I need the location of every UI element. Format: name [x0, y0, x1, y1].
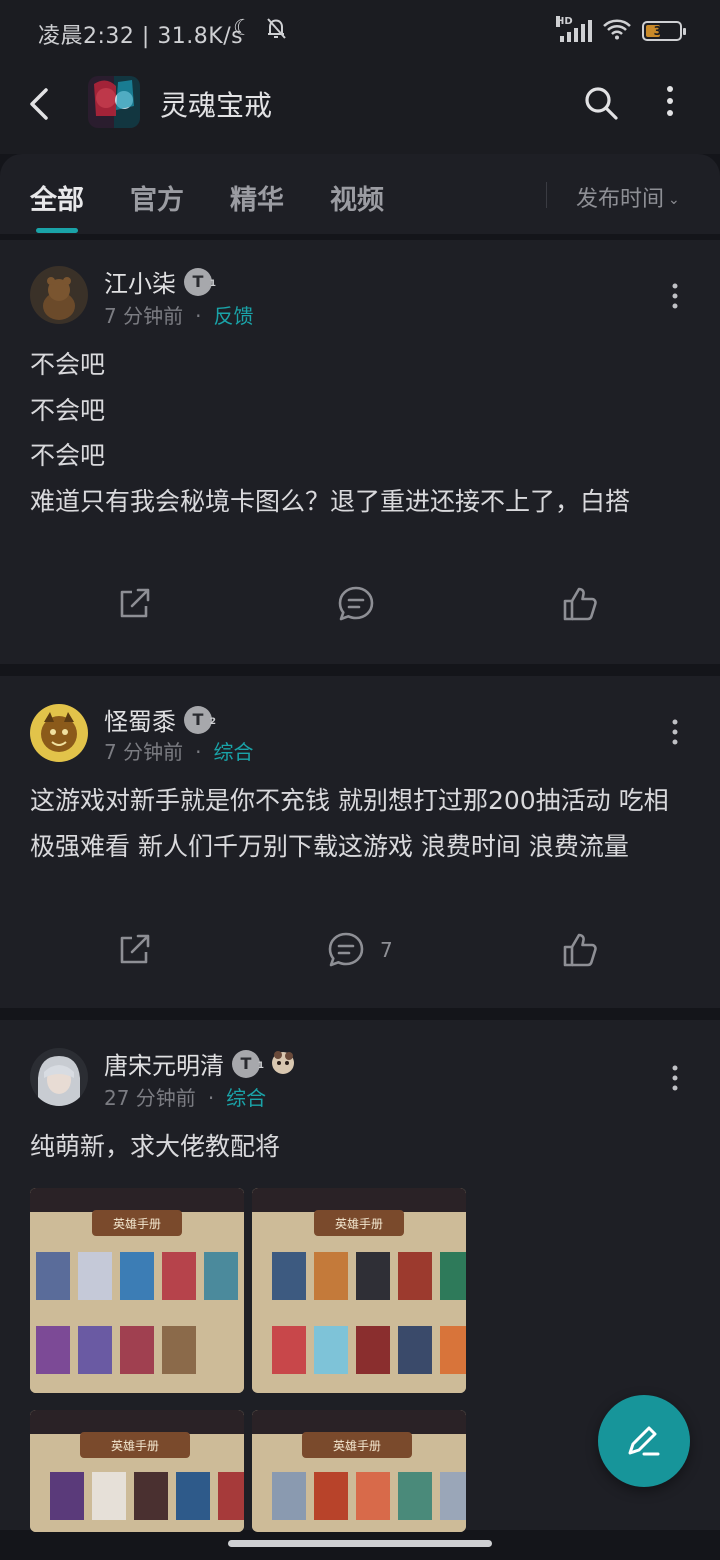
level-badge: T1 — [184, 267, 216, 296]
post-image[interactable]: 英雄手册 — [252, 1410, 466, 1532]
share-icon — [120, 934, 150, 964]
more-options-button[interactable] — [660, 84, 680, 124]
share-button[interactable] — [116, 930, 154, 968]
avatar[interactable] — [30, 704, 88, 762]
post-body[interactable]: 不会吧 不会吧 不会吧 难道只有我会秘境卡图么？退了重进还接不上了，白搭 — [30, 342, 690, 524]
avatar[interactable] — [30, 266, 88, 324]
home-indicator[interactable] — [228, 1540, 492, 1547]
post-category[interactable]: 反馈 — [213, 304, 253, 328]
status-bar: 凌晨2:32 | 31.8K/s ☾ HD 38 — [0, 0, 720, 64]
comment-icon — [338, 586, 374, 621]
chevron-down-icon: ⌄ — [668, 192, 680, 208]
tab-official[interactable]: 官方 — [130, 178, 184, 217]
thumb-title: 英雄手册 — [335, 1216, 383, 1231]
post-category[interactable]: 综合 — [226, 1086, 266, 1110]
post-body[interactable]: 纯萌新，求大佬教配将 — [30, 1124, 690, 1170]
post-card[interactable]: 怪蜀黍 T2 7 分钟前 · 综合 这游戏对新手就是你不充钱 就别想打过那200抽活… — [0, 676, 720, 1008]
more-vertical-icon — [672, 1065, 678, 1091]
app-bar: 灵魂宝戒 — [0, 64, 720, 154]
tab-video[interactable]: 视频 — [330, 178, 384, 217]
tab-featured[interactable]: 精华 — [230, 178, 284, 217]
wifi-icon — [602, 18, 632, 44]
medal-icon — [268, 1047, 298, 1081]
post-category[interactable]: 综合 — [213, 740, 253, 764]
post-more-button[interactable] — [665, 718, 685, 750]
share-button[interactable] — [116, 584, 154, 622]
page-title: 灵魂宝戒 — [160, 89, 273, 122]
thumbs-up-icon — [563, 587, 597, 621]
post-image[interactable]: 英雄手册 — [30, 1188, 244, 1393]
avatar[interactable] — [30, 1048, 88, 1106]
tab-all[interactable]: 全部 — [30, 178, 84, 217]
bell-off-icon — [262, 14, 290, 46]
status-time: 凌晨2:32 | 31.8K/s — [38, 24, 244, 49]
level-badge: T1 — [232, 1049, 264, 1078]
author-row: 怪蜀黍 T2 — [104, 702, 216, 737]
sort-dropdown[interactable]: 发布时间 ⌄ — [576, 181, 680, 213]
signal-icon: HD — [556, 16, 592, 42]
pen-icon — [628, 1426, 660, 1456]
share-icon — [120, 588, 150, 618]
moon-icon: ☾ — [233, 16, 253, 41]
more-vertical-icon — [667, 86, 673, 116]
search-button[interactable] — [582, 84, 620, 126]
post-body[interactable]: 这游戏对新手就是你不充钱 就别想打过那200抽活动 吃相极强难看 新人们千万别下… — [30, 778, 690, 869]
back-button[interactable] — [24, 86, 56, 126]
battery-icon: 38 — [642, 21, 686, 41]
more-vertical-icon — [672, 719, 678, 745]
comment-icon — [328, 932, 364, 967]
post-time: 7 分钟前 — [104, 304, 184, 328]
post-more-button[interactable] — [665, 282, 685, 314]
thumb-title: 英雄手册 — [113, 1216, 161, 1231]
post-actions — [0, 584, 720, 644]
author-row: 江小柒 T1 — [104, 264, 216, 299]
like-button[interactable] — [560, 930, 600, 970]
author-row: 唐宋元明清 T1 — [104, 1046, 298, 1081]
game-icon — [88, 76, 140, 128]
level-badge: T2 — [184, 705, 216, 734]
post-image[interactable]: 英雄手册 — [30, 1410, 244, 1532]
post-card[interactable]: 江小柒 T1 7 分钟前 · 反馈 不会吧 不会吧 不会吧 难道只有我会秘境卡图么？… — [0, 240, 720, 664]
author-name[interactable]: 怪蜀黍 — [104, 702, 176, 737]
post-time: 27 分钟前 — [104, 1086, 196, 1110]
image-grid: 英雄手册 英雄手册 英雄手册 英雄手册 — [30, 1188, 468, 1532]
compose-button[interactable] — [598, 1395, 690, 1487]
author-name[interactable]: 唐宋元明清 — [104, 1046, 224, 1081]
post-image[interactable]: 英雄手册 — [252, 1188, 466, 1393]
divider — [546, 182, 547, 208]
post-meta: 7 分钟前 · 反馈 — [104, 304, 254, 328]
post-time: 7 分钟前 — [104, 740, 184, 764]
thumb-title: 英雄手册 — [333, 1438, 381, 1453]
comment-button[interactable]: 7 — [326, 930, 393, 970]
comment-button[interactable] — [336, 584, 390, 624]
post-meta: 27 分钟前 · 综合 — [104, 1086, 267, 1110]
search-icon — [585, 87, 618, 120]
tab-bar: 全部 官方 精华 视频 发布时间 ⌄ — [0, 154, 720, 234]
like-button[interactable] — [560, 584, 600, 624]
tab-indicator — [36, 228, 78, 233]
thumb-title: 英雄手册 — [111, 1438, 159, 1453]
comment-count: 7 — [380, 938, 393, 962]
thumbs-up-icon — [563, 933, 597, 967]
post-meta: 7 分钟前 · 综合 — [104, 740, 254, 764]
post-actions: 7 — [0, 930, 720, 990]
author-name[interactable]: 江小柒 — [104, 264, 176, 299]
post-more-button[interactable] — [665, 1064, 685, 1096]
more-vertical-icon — [672, 283, 678, 309]
